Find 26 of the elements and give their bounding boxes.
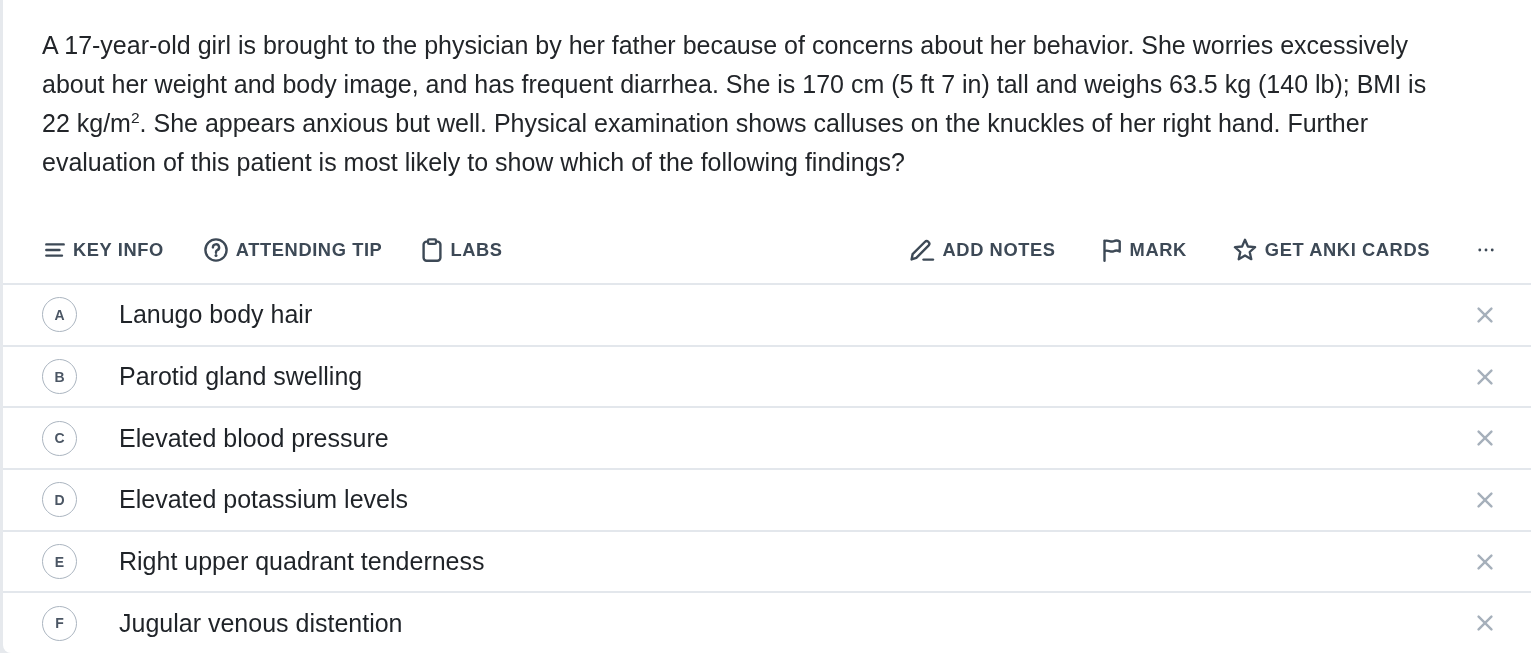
- clipboard-icon: [422, 238, 443, 262]
- labs-button[interactable]: LABS: [422, 238, 503, 262]
- cross-icon[interactable]: [1477, 368, 1493, 385]
- cross-icon[interactable]: [1477, 553, 1493, 570]
- answer-option[interactable]: Parotid gland swelling: [119, 362, 363, 391]
- flag-icon: [1101, 238, 1122, 262]
- question-text: A 17-year-old girl is brought to the physician by her father because of concerns about her behavior. She worries excessively about her weight and body image, and has frequent diarrhea. She is 170 cm (5 ft 7 in) tall and weighs 63.5 kg (140 lb); BMI is 22 kg/m$^{2}$. She appears anxious but well. Physical examination shows calluses on the knuckles of her right hand. Further evaluation of this patient is most likely to show which of the following findings?: [41, 30, 1428, 178]
- pencil-icon: [908, 238, 935, 262]
- answer-option[interactable]: Elevated potassium levels: [119, 485, 409, 515]
- answer-option[interactable]: Lanugo body hair: [119, 300, 313, 330]
- anki-cards-button[interactable]: GET ANKI CARDS: [1232, 238, 1430, 262]
- answer-option[interactable]: Jugular venous distention: [119, 608, 403, 638]
- cross-icon[interactable]: [1477, 430, 1493, 447]
- star-icon: [1232, 238, 1257, 262]
- answer-option[interactable]: Elevated blood pressure: [119, 423, 389, 453]
- attending-tip-button[interactable]: ATTENDING TIP: [203, 238, 383, 262]
- more-icon[interactable]: [1478, 248, 1494, 252]
- cross-icon[interactable]: [1477, 615, 1493, 632]
- help-icon: [203, 238, 228, 262]
- key-info-button[interactable]: KEY INFO: [45, 239, 164, 261]
- cross-icon[interactable]: [1477, 491, 1493, 508]
- lines-icon: [45, 243, 65, 257]
- cross-icon[interactable]: [1477, 306, 1493, 323]
- add-notes-button[interactable]: ADD NOTES: [908, 238, 1056, 262]
- mark-button[interactable]: MARK: [1101, 238, 1187, 262]
- answer-option[interactable]: Right upper quadrant tenderness: [119, 547, 485, 576]
